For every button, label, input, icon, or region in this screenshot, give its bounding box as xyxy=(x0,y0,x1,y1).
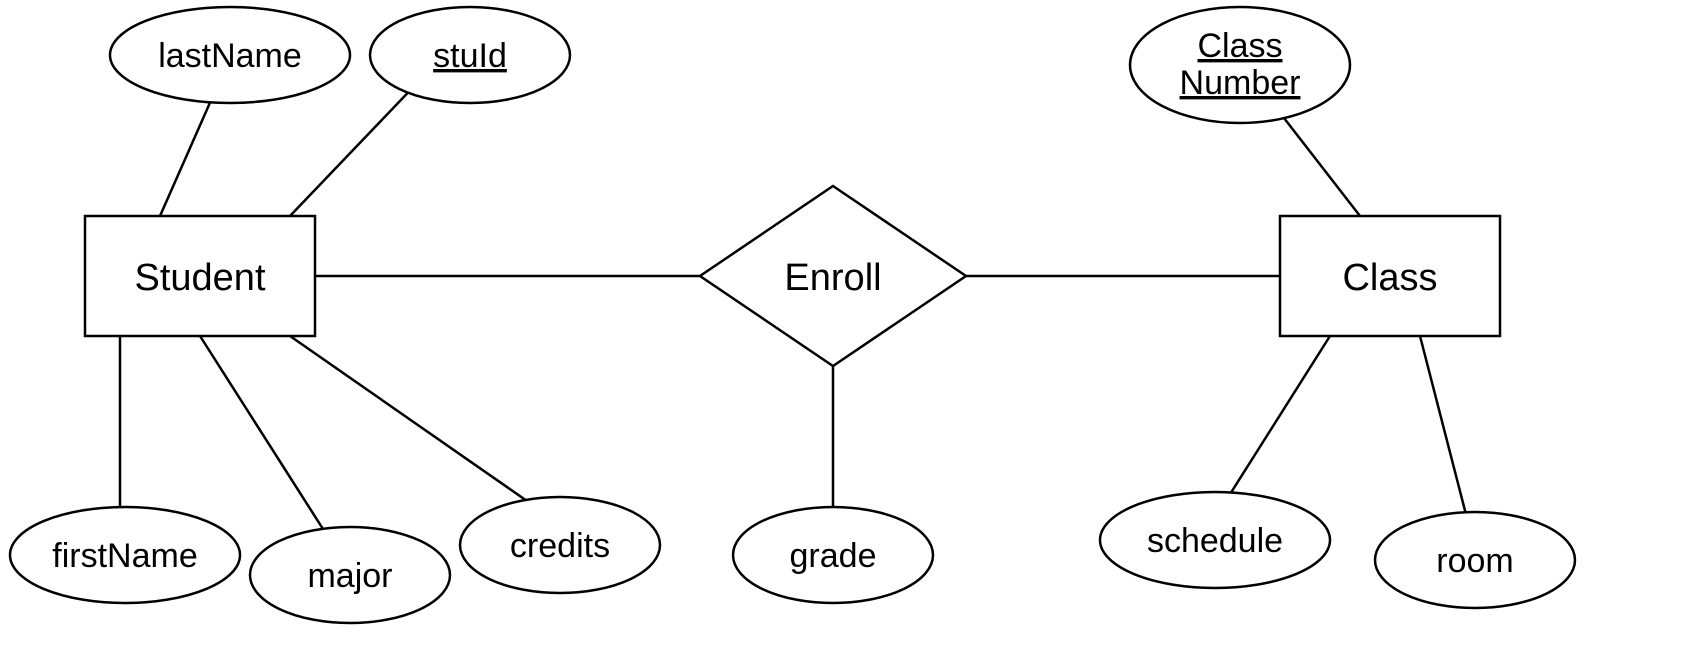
attribute-classnumber-label-2: Number xyxy=(1180,64,1301,102)
er-diagram: Student Class Enroll lastName stuId firs… xyxy=(0,0,1705,649)
attribute-classnumber-label-1: Class xyxy=(1197,27,1282,65)
entity-class-label: Class xyxy=(1342,257,1437,299)
attribute-lastname-label: lastName xyxy=(158,37,302,75)
attribute-room-label: room xyxy=(1436,542,1513,580)
attribute-grade-label: grade xyxy=(790,537,877,575)
relationship-enroll-label: Enroll xyxy=(784,257,881,299)
connector xyxy=(290,80,420,216)
connector xyxy=(1220,336,1330,510)
attribute-schedule-label: schedule xyxy=(1147,522,1283,560)
attribute-major-label: major xyxy=(307,557,392,595)
attribute-credits-label: credits xyxy=(510,527,610,565)
attribute-firstname-label: firstName xyxy=(52,537,197,575)
connector xyxy=(290,336,540,510)
connector xyxy=(1420,336,1470,530)
entity-student-label: Student xyxy=(135,257,266,299)
connector xyxy=(200,336,330,540)
attribute-stuid-label: stuId xyxy=(433,37,507,75)
